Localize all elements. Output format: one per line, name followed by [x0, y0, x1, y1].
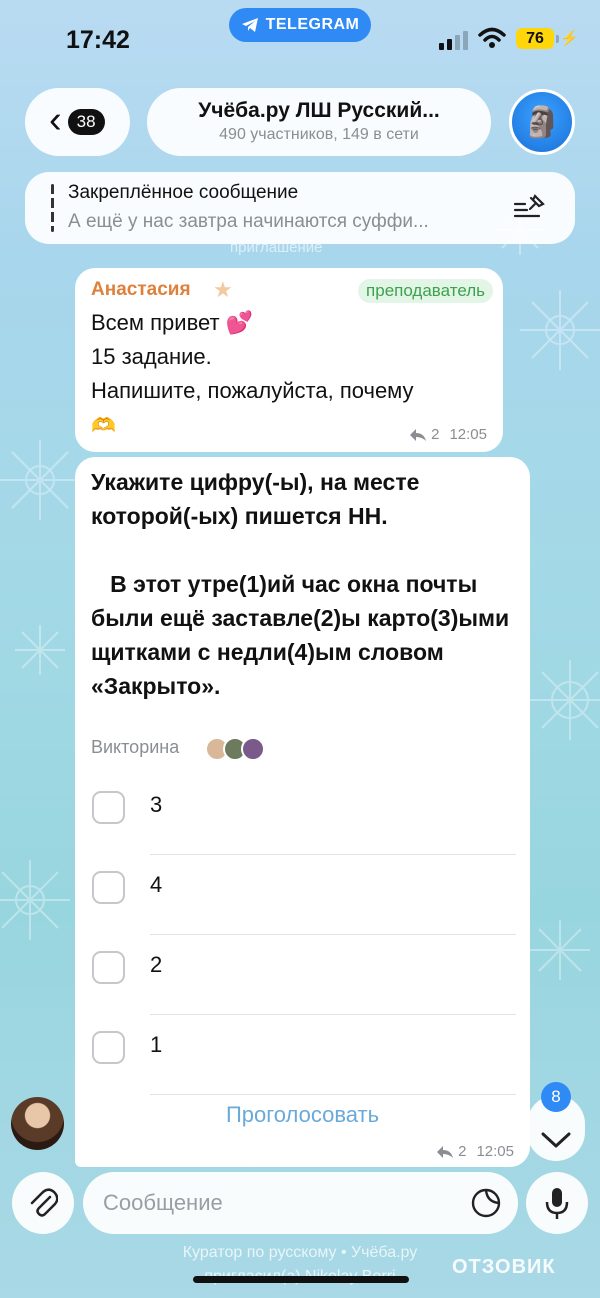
unread-badge: 8 [541, 1082, 571, 1112]
option-divider [150, 1094, 516, 1095]
quiz-option[interactable]: 4 [75, 855, 530, 935]
reply-icon [410, 428, 427, 441]
battery-icon: 76 [516, 28, 554, 49]
sender-name[interactable]: Анастасия [91, 279, 191, 301]
option-label: 2 [150, 952, 163, 977]
quiz-option[interactable]: 3 [75, 775, 530, 855]
group-avatar[interactable]: 🗿 [509, 89, 575, 155]
charging-bolt-icon: ⚡ [560, 30, 579, 47]
quiz-bubble[interactable]: Укажите цифру(-ы), на месте которой(-ых)… [75, 457, 530, 1167]
role-badge: преподаватель [358, 279, 493, 303]
chat-title-button[interactable]: Учёба.ру ЛШ Русский... 490 участников, 1… [147, 88, 491, 156]
status-time: 17:42 [66, 26, 130, 54]
message-time: 12:05 [476, 1143, 514, 1160]
message-line: 15 задание. [91, 344, 212, 369]
message-line: Напишите, пожалуйста, почему [91, 378, 414, 403]
back-button[interactable]: ‹ 38 [25, 88, 130, 156]
voter-avatar [241, 737, 265, 761]
option-checkbox[interactable] [92, 791, 125, 824]
quiz-question: Укажите цифру(-ы), на месте которой(-ых)… [91, 469, 510, 699]
quiz-option[interactable]: 1 [75, 1015, 530, 1095]
reply-count: 2 [458, 1143, 467, 1160]
option-label: 3 [150, 792, 163, 817]
option-label: 1 [150, 1032, 163, 1057]
unread-chats-count: 38 [67, 109, 105, 135]
sender-avatar[interactable] [11, 1097, 64, 1150]
statue-avatar-icon: 🗿 [523, 105, 561, 139]
option-checkbox[interactable] [92, 871, 125, 904]
paperclip-icon [30, 1188, 58, 1217]
pinned-text: А ещё у нас завтра начинаются суффи... [68, 211, 429, 232]
wifi-icon [478, 27, 506, 48]
home-indicator[interactable] [193, 1276, 409, 1283]
partial-message-behind: приглашение [230, 239, 323, 256]
chat-title: Учёба.ру ЛШ Русский... [198, 99, 440, 122]
quiz-option[interactable]: 2 [75, 935, 530, 1015]
status-bar: 17:42 TELEGRAM 76 ⚡ [0, 0, 600, 80]
message-input[interactable]: Сообщение [83, 1172, 518, 1234]
microphone-button[interactable] [526, 1172, 588, 1234]
pinned-title: Закреплённое сообщение [68, 182, 299, 203]
message-line: 🫶 [91, 415, 116, 437]
voter-avatars [205, 737, 265, 761]
message-meta[interactable]: 2 12:05 [409, 426, 487, 443]
back-chevron-icon: ‹ [49, 99, 62, 141]
star-icon: ★ [213, 277, 233, 302]
battery-tip [556, 35, 559, 43]
pinned-message-bar[interactable]: Закреплённое сообщение А ещё у нас завтр… [25, 172, 575, 244]
message-meta[interactable]: 2 12:05 [436, 1143, 514, 1160]
pin-list-icon[interactable] [513, 194, 547, 222]
chevron-down-icon [541, 1132, 571, 1148]
watermark: ОТЗОВИК [452, 1256, 556, 1278]
signal-icon [439, 30, 468, 50]
option-label: 4 [150, 872, 163, 897]
message-bubble[interactable]: Анастасия ★ преподаватель Всем привет 💕 … [75, 268, 503, 452]
reply-icon [437, 1145, 454, 1158]
pinned-indicator [51, 184, 54, 232]
telegram-icon [241, 18, 258, 32]
telegram-pill-label: TELEGRAM [265, 16, 360, 33]
chat-subtitle: 490 участников, 149 в сети [219, 126, 419, 143]
message-time: 12:05 [449, 426, 487, 443]
sticker-icon[interactable] [470, 1187, 502, 1219]
option-checkbox[interactable] [92, 1031, 125, 1064]
message-line: Всем привет 💕 [91, 310, 254, 335]
option-checkbox[interactable] [92, 951, 125, 984]
microphone-icon [545, 1188, 569, 1219]
quiz-type: Викторина [91, 737, 180, 757]
reply-count: 2 [431, 426, 440, 443]
attach-button[interactable] [12, 1172, 74, 1234]
message-placeholder: Сообщение [103, 1190, 223, 1215]
vote-button[interactable]: Проголосовать [75, 1102, 530, 1128]
telegram-pill[interactable]: TELEGRAM [229, 8, 371, 42]
